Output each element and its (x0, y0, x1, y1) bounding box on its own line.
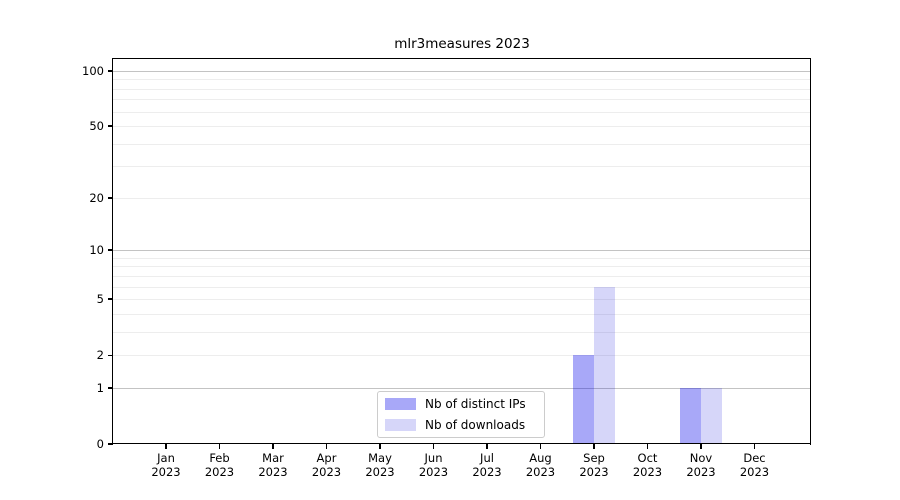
y-tick-mark (108, 387, 113, 388)
x-tick-mark (486, 444, 487, 449)
bottom-spine (113, 443, 811, 444)
downloads-bar (701, 388, 722, 444)
minor-gridline (113, 112, 811, 113)
distinct-ips-bar (680, 388, 701, 444)
y-tick-mark (108, 355, 113, 356)
y-tick-label: 100 (49, 64, 104, 78)
downloads-bar (594, 287, 615, 444)
legend-item-downloads: Nb of downloads (385, 415, 544, 435)
minor-gridline (113, 258, 811, 259)
major-gridline (113, 71, 811, 72)
minor-gridline (113, 314, 811, 315)
y-tick-mark (108, 125, 113, 126)
minor-gridline (113, 126, 811, 127)
y-tick-mark (108, 443, 113, 444)
distinct-ips-swatch-icon (385, 398, 416, 410)
minor-gridline (113, 355, 811, 356)
y-tick-mark (108, 298, 113, 299)
x-tick-month: Dec (723, 451, 787, 465)
legend-item-distinct-ips: Nb of distinct IPs (385, 394, 544, 414)
minor-gridline (113, 299, 811, 300)
minor-gridline (113, 266, 811, 267)
y-tick-label: 50 (49, 119, 104, 133)
x-tick-mark (272, 444, 273, 449)
x-tick-mark (165, 444, 166, 449)
x-tick-mark (219, 444, 220, 449)
downloads-swatch-icon (385, 419, 416, 431)
x-tick-year: 2023 (723, 465, 787, 479)
x-tick-mark (433, 444, 434, 449)
minor-gridline (113, 89, 811, 90)
legend-label-downloads: Nb of downloads (425, 418, 525, 432)
y-tick-label: 0 (49, 437, 104, 451)
minor-gridline (113, 144, 811, 145)
x-tick-label: Dec2023 (723, 451, 787, 479)
major-gridline (113, 250, 811, 251)
right-spine (810, 58, 811, 445)
x-tick-mark (700, 444, 701, 449)
minor-gridline (113, 276, 811, 277)
minor-gridline (113, 99, 811, 100)
top-spine (113, 58, 811, 59)
legend: Nb of distinct IPs Nb of downloads (377, 391, 545, 438)
minor-gridline (113, 166, 811, 167)
legend-label-distinct-ips: Nb of distinct IPs (425, 397, 526, 411)
x-tick-mark (540, 444, 541, 449)
y-tick-label: 2 (49, 348, 104, 362)
y-tick-label: 10 (49, 243, 104, 257)
x-tick-mark (379, 444, 380, 449)
chart-title: mlr3measures 2023 (113, 36, 811, 52)
minor-gridline (113, 198, 811, 199)
figure: mlr3measures 2023 Nb of distinct IPs Nb … (0, 0, 900, 500)
y-tick-mark (108, 249, 113, 250)
y-tick-mark (108, 70, 113, 71)
y-tick-mark (108, 197, 113, 198)
minor-gridline (113, 79, 811, 80)
y-tick-label: 5 (49, 292, 104, 306)
minor-gridline (113, 332, 811, 333)
minor-gridline (113, 287, 811, 288)
y-tick-label: 1 (49, 381, 104, 395)
x-tick-mark (647, 444, 648, 449)
plot-area: Nb of distinct IPs Nb of downloads 10050… (113, 59, 811, 444)
y-tick-label: 20 (49, 191, 104, 205)
distinct-ips-bar (573, 355, 594, 444)
x-tick-mark (754, 444, 755, 449)
x-tick-mark (593, 444, 594, 449)
x-tick-mark (326, 444, 327, 449)
